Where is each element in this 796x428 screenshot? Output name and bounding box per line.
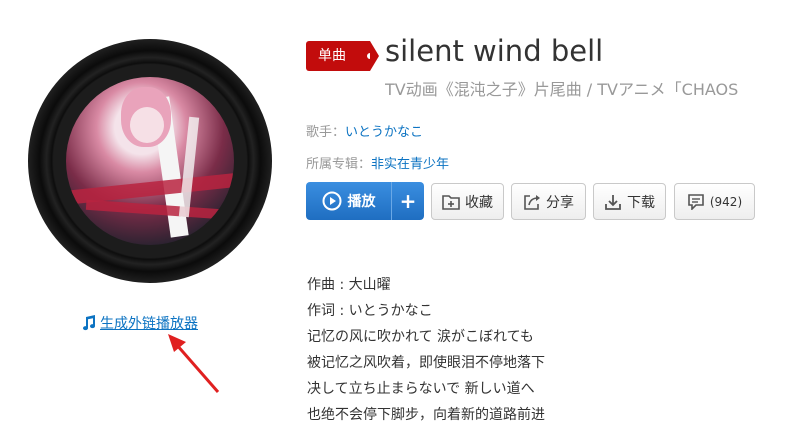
lyric-line: 记忆の风に吹かれて 涙がこぼれても [307, 329, 534, 345]
play-circle-icon [322, 191, 341, 211]
play-label: 播放 [347, 194, 376, 210]
music-note-icon [83, 315, 96, 331]
lyric-line: 也绝不会停下脚步，向着新的道路前进 [307, 407, 545, 423]
singer-row: 歌手：いとうかなこ [306, 121, 423, 140]
comment-icon [688, 193, 704, 210]
collect-label: 收藏 [465, 194, 493, 211]
lyric-line: 作曲 : 大山曜 [307, 277, 391, 293]
comments-count: (942) [709, 194, 743, 209]
album-cover-image [66, 77, 234, 245]
lyric-line: 作词 : いとうかなこ [307, 303, 433, 319]
comments-button[interactable]: (942) [674, 183, 755, 220]
share-button[interactable]: 分享 [511, 183, 586, 220]
play-button[interactable]: 播放 [306, 182, 391, 220]
song-title: silent wind bell [385, 34, 604, 68]
add-to-playlist-button[interactable]: + [392, 182, 424, 220]
single-badge: 单曲 [306, 41, 379, 71]
folder-plus-icon [442, 194, 460, 210]
download-icon [605, 194, 621, 210]
download-button[interactable]: 下载 [593, 183, 666, 220]
album-label: 所属专辑： [306, 157, 372, 172]
song-subtitle: TV动画《混沌之子》片尾曲 / TVアニメ「CHAOS [385, 80, 739, 99]
album-row: 所属专辑：非实在青少年 [306, 153, 449, 172]
singer-link[interactable]: いとうかなこ [345, 125, 423, 140]
share-label: 分享 [546, 194, 574, 211]
download-label: 下载 [627, 194, 655, 211]
single-badge-label: 单曲 [318, 48, 346, 64]
play-button-group: 播放 + [306, 182, 424, 220]
album-link[interactable]: 非实在青少年 [371, 157, 449, 172]
annotation-arrow-icon [168, 334, 220, 393]
lyric-line: 决して立ち止まらないで 新しい道へ [307, 381, 535, 397]
singer-label: 歌手： [306, 125, 346, 140]
share-icon [524, 194, 540, 210]
lyrics-block: 作曲 : 大山曜 作词 : いとうかなこ 记忆の风に吹かれて 涙がこぼれても 被… [307, 272, 545, 428]
lyric-line: 被记忆之风吹着，即使眼泪不停地落下 [307, 355, 545, 371]
collect-button[interactable]: 收藏 [431, 183, 504, 220]
add-label: + [399, 189, 417, 213]
